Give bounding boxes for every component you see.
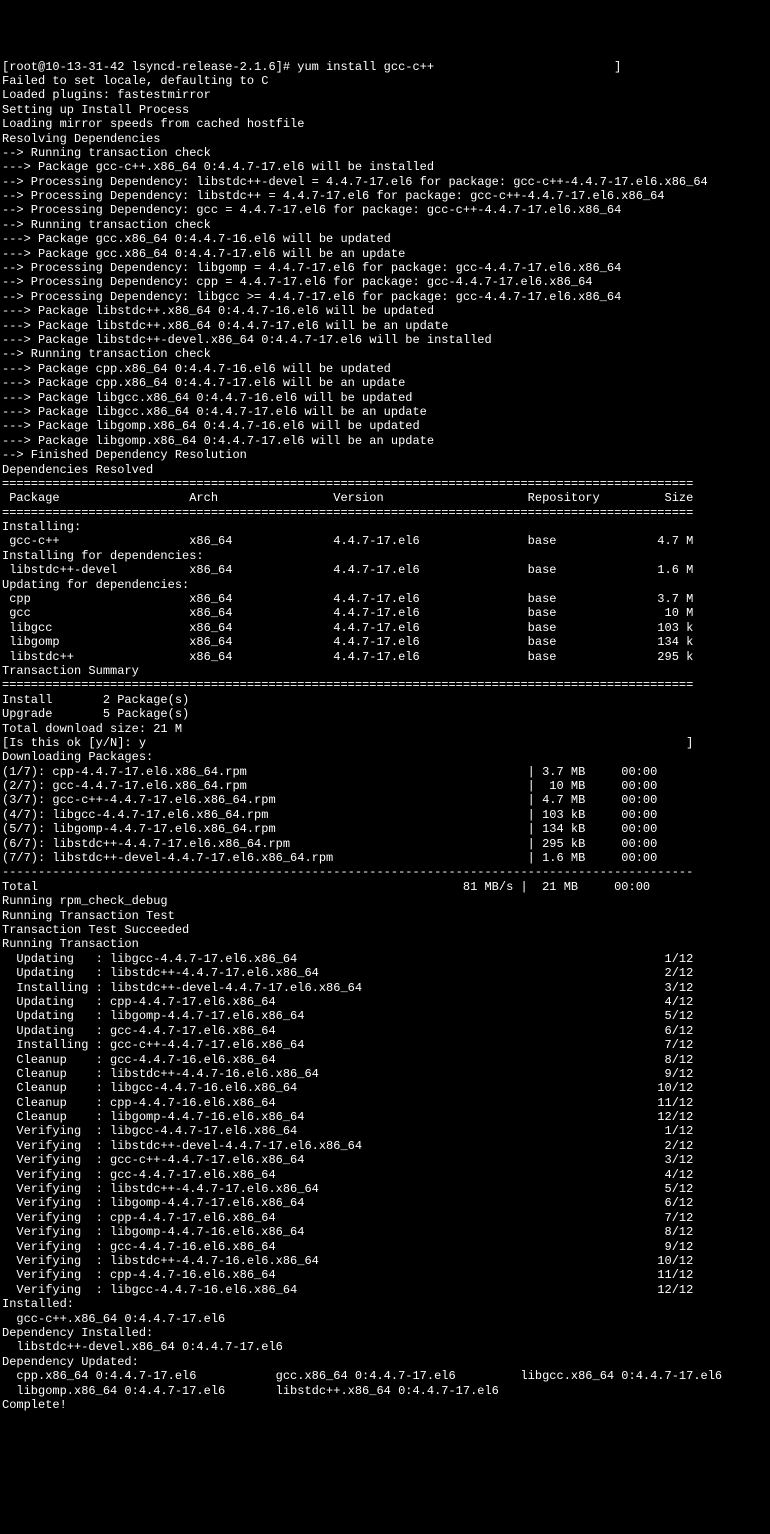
table-row: libgomp x86_64 4.4.7-17.el6 base 134 k xyxy=(2,635,770,649)
output-line: ---> Package cpp.x86_64 0:4.4.7-17.el6 w… xyxy=(2,376,770,390)
transaction-step: Cleanup : gcc-4.4.7-16.el6.x86_64 8/12 xyxy=(2,1053,770,1067)
dep-installed-title: Dependency Installed: xyxy=(2,1326,770,1340)
transaction-summary-title: Transaction Summary xyxy=(2,664,770,678)
output-line: Loaded plugins: fastestmirror xyxy=(2,88,770,102)
download-line: (1/7): cpp-4.4.7-17.el6.x86_64.rpm | 3.7… xyxy=(2,765,770,779)
dep-updated-line: cpp.x86_64 0:4.4.7-17.el6 gcc.x86_64 0:4… xyxy=(2,1369,770,1383)
output-line: Running rpm_check_debug xyxy=(2,894,770,908)
output-line: Setting up Install Process xyxy=(2,103,770,117)
output-line: Failed to set locale, defaulting to C xyxy=(2,74,770,88)
output-line: Running Transaction Test xyxy=(2,909,770,923)
output-line: ---> Package libstdc++.x86_64 0:4.4.7-17… xyxy=(2,319,770,333)
dep-updated-line: libgomp.x86_64 0:4.4.7-17.el6 libstdc++.… xyxy=(2,1384,770,1398)
transaction-step: Cleanup : cpp-4.4.7-16.el6.x86_64 11/12 xyxy=(2,1096,770,1110)
dash-line: ----------------------------------------… xyxy=(2,865,770,879)
transaction-step: Verifying : gcc-4.4.7-16.el6.x86_64 9/12 xyxy=(2,1240,770,1254)
transaction-step: Verifying : libstdc++-devel-4.4.7-17.el6… xyxy=(2,1139,770,1153)
output-line: ---> Package gcc.x86_64 0:4.4.7-16.el6 w… xyxy=(2,232,770,246)
download-line: (7/7): libstdc++-devel-4.4.7-17.el6.x86_… xyxy=(2,851,770,865)
transaction-step: Verifying : libgcc-4.4.7-16.el6.x86_64 1… xyxy=(2,1283,770,1297)
output-line: ---> Package gcc-c++.x86_64 0:4.4.7-17.e… xyxy=(2,160,770,174)
transaction-step: Verifying : cpp-4.4.7-16.el6.x86_64 11/1… xyxy=(2,1268,770,1282)
separator-line: ========================================… xyxy=(2,506,770,520)
output-line: ---> Package libgcc.x86_64 0:4.4.7-17.el… xyxy=(2,405,770,419)
section-title: Updating for dependencies: xyxy=(2,578,770,592)
output-line: Loading mirror speeds from cached hostfi… xyxy=(2,117,770,131)
installed-title: Installed: xyxy=(2,1297,770,1311)
download-line: (3/7): gcc-c++-4.4.7-17.el6.x86_64.rpm |… xyxy=(2,793,770,807)
table-header: Package Arch Version Repository Size xyxy=(2,491,770,505)
shell-prompt[interactable]: [root@10-13-31-42 lsyncd-release-2.1.6]#… xyxy=(2,60,770,74)
output-line: --> Processing Dependency: cpp = 4.4.7-1… xyxy=(2,275,770,289)
output-line: --> Running transaction check xyxy=(2,218,770,232)
output-line: Resolving Dependencies xyxy=(2,132,770,146)
download-line: (5/7): libgomp-4.4.7-17.el6.x86_64.rpm |… xyxy=(2,822,770,836)
table-row: gcc x86_64 4.4.7-17.el6 base 10 M xyxy=(2,606,770,620)
table-row: libstdc++ x86_64 4.4.7-17.el6 base 295 k xyxy=(2,650,770,664)
table-row: libstdc++-devel x86_64 4.4.7-17.el6 base… xyxy=(2,563,770,577)
transaction-step: Verifying : libgomp-4.4.7-16.el6.x86_64 … xyxy=(2,1225,770,1239)
output-line: --> Processing Dependency: libstdc++ = 4… xyxy=(2,189,770,203)
transaction-step: Installing : libstdc++-devel-4.4.7-17.el… xyxy=(2,981,770,995)
download-line: (2/7): gcc-4.4.7-17.el6.x86_64.rpm | 10 … xyxy=(2,779,770,793)
transaction-step: Verifying : libstdc++-4.4.7-17.el6.x86_6… xyxy=(2,1182,770,1196)
download-line: (4/7): libgcc-4.4.7-17.el6.x86_64.rpm | … xyxy=(2,808,770,822)
output-line: --> Processing Dependency: libgomp = 4.4… xyxy=(2,261,770,275)
dep-updated-title: Dependency Updated: xyxy=(2,1355,770,1369)
installed-line: gcc-c++.x86_64 0:4.4.7-17.el6 xyxy=(2,1312,770,1326)
transaction-step: Installing : gcc-c++-4.4.7-17.el6.x86_64… xyxy=(2,1038,770,1052)
transaction-step: Updating : libgomp-4.4.7-17.el6.x86_64 5… xyxy=(2,1009,770,1023)
output-line: --> Processing Dependency: gcc = 4.4.7-1… xyxy=(2,203,770,217)
terminal-output[interactable]: [root@10-13-31-42 lsyncd-release-2.1.6]#… xyxy=(2,60,770,1413)
section-title: Installing: xyxy=(2,520,770,534)
summary-line: Install 2 Package(s) xyxy=(2,693,770,707)
output-line: ---> Package libstdc++-devel.x86_64 0:4.… xyxy=(2,333,770,347)
table-row: gcc-c++ x86_64 4.4.7-17.el6 base 4.7 M xyxy=(2,534,770,548)
table-row: cpp x86_64 4.4.7-17.el6 base 3.7 M xyxy=(2,592,770,606)
transaction-step: Cleanup : libgomp-4.4.7-16.el6.x86_64 12… xyxy=(2,1110,770,1124)
transaction-step: Updating : cpp-4.4.7-17.el6.x86_64 4/12 xyxy=(2,995,770,1009)
confirm-prompt[interactable]: [Is this ok [y/N]: y ] xyxy=(2,736,770,750)
transaction-step: Updating : libstdc++-4.4.7-17.el6.x86_64… xyxy=(2,966,770,980)
separator-line: ========================================… xyxy=(2,678,770,692)
total-line: Total 81 MB/s | 21 MB 00:00 xyxy=(2,880,770,894)
transaction-step: Verifying : gcc-4.4.7-17.el6.x86_64 4/12 xyxy=(2,1168,770,1182)
dep-installed-line: libstdc++-devel.x86_64 0:4.4.7-17.el6 xyxy=(2,1340,770,1354)
separator-line: ========================================… xyxy=(2,477,770,491)
total-download-size: Total download size: 21 M xyxy=(2,722,770,736)
downloading-title: Downloading Packages: xyxy=(2,750,770,764)
transaction-step: Updating : libgcc-4.4.7-17.el6.x86_64 1/… xyxy=(2,952,770,966)
section-title: Installing for dependencies: xyxy=(2,549,770,563)
transaction-step: Cleanup : libstdc++-4.4.7-16.el6.x86_64 … xyxy=(2,1067,770,1081)
summary-line: Upgrade 5 Package(s) xyxy=(2,707,770,721)
output-line: Transaction Test Succeeded xyxy=(2,923,770,937)
download-line: (6/7): libstdc++-4.4.7-17.el6.x86_64.rpm… xyxy=(2,837,770,851)
transaction-step: Updating : gcc-4.4.7-17.el6.x86_64 6/12 xyxy=(2,1024,770,1038)
output-line: --> Running transaction check xyxy=(2,146,770,160)
output-line: --> Finished Dependency Resolution xyxy=(2,448,770,462)
complete-line: Complete! xyxy=(2,1398,770,1412)
output-line: ---> Package gcc.x86_64 0:4.4.7-17.el6 w… xyxy=(2,247,770,261)
output-line: Dependencies Resolved xyxy=(2,463,770,477)
output-line: ---> Package cpp.x86_64 0:4.4.7-16.el6 w… xyxy=(2,362,770,376)
output-line: Running Transaction xyxy=(2,937,770,951)
transaction-step: Verifying : libgomp-4.4.7-17.el6.x86_64 … xyxy=(2,1196,770,1210)
output-line: ---> Package libgomp.x86_64 0:4.4.7-16.e… xyxy=(2,419,770,433)
output-line: ---> Package libstdc++.x86_64 0:4.4.7-16… xyxy=(2,304,770,318)
transaction-step: Verifying : libstdc++-4.4.7-16.el6.x86_6… xyxy=(2,1254,770,1268)
transaction-step: Cleanup : libgcc-4.4.7-16.el6.x86_64 10/… xyxy=(2,1081,770,1095)
output-line: --> Processing Dependency: libgcc >= 4.4… xyxy=(2,290,770,304)
output-line: ---> Package libgcc.x86_64 0:4.4.7-16.el… xyxy=(2,391,770,405)
transaction-step: Verifying : cpp-4.4.7-17.el6.x86_64 7/12 xyxy=(2,1211,770,1225)
transaction-step: Verifying : libgcc-4.4.7-17.el6.x86_64 1… xyxy=(2,1124,770,1138)
table-row: libgcc x86_64 4.4.7-17.el6 base 103 k xyxy=(2,621,770,635)
output-line: --> Running transaction check xyxy=(2,347,770,361)
output-line: ---> Package libgomp.x86_64 0:4.4.7-17.e… xyxy=(2,434,770,448)
output-line: --> Processing Dependency: libstdc++-dev… xyxy=(2,175,770,189)
transaction-step: Verifying : gcc-c++-4.4.7-17.el6.x86_64 … xyxy=(2,1153,770,1167)
